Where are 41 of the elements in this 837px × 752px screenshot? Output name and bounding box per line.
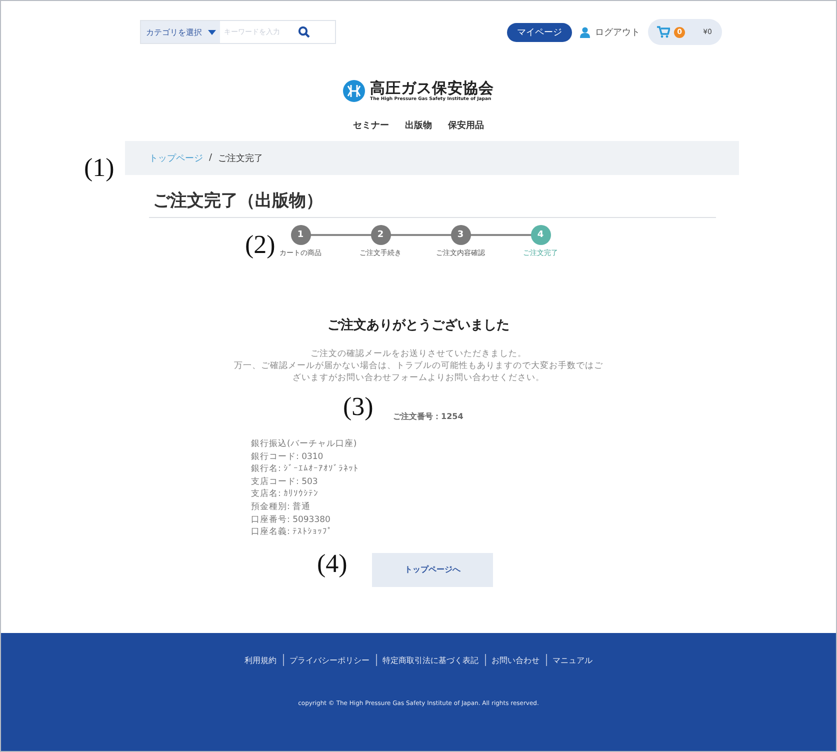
order-number: ご注文番号：1254 [393, 411, 464, 422]
confirmation-message: ご注文の確認メールをお送りさせていただきました。 [310, 348, 528, 360]
step-circle: 3 [450, 225, 470, 245]
step-circle: 1 [290, 225, 310, 245]
bank-info-line: 銀行コード: 0310 [251, 450, 324, 464]
cart-icon [657, 26, 670, 38]
bank-info-line: 銀行名: ｼﾞｰｴﾑｵｰｱｵｿﾞﾗﾈｯﾄ [251, 463, 359, 476]
caret-icon [208, 30, 216, 34]
confirmation-message: 万一、ご確認メールが届かない場合は、トラブルの可能性もありますので大変お手数ではございますがお問い合わせフォームよりお問い合わせください。 [234, 360, 604, 384]
logo-mark-icon [343, 80, 365, 102]
breadcrumb-current: ご注文完了 [218, 152, 264, 164]
bank-info-line: 口座番号: 5093380 [251, 514, 330, 526]
bank-info-line: 預金種別: 普通 [251, 500, 311, 514]
callout-label: (3) [343, 392, 374, 422]
page-title: ご注文完了（出版物） [149, 189, 716, 218]
footer-link[interactable]: 特定商取引法に基づく表記 [382, 654, 478, 666]
bank-info-line: 口座名義: ﾃｽﾄｼｮｯﾌﾟ [251, 526, 333, 539]
breadcrumb-separator: / [209, 153, 212, 163]
callout-label: (1) [84, 153, 114, 183]
thank-you-heading: ご注文ありがとうございました [326, 316, 510, 334]
nav-link[interactable]: 保安用品 [448, 119, 484, 132]
footer-link[interactable]: 利用規約 [244, 654, 276, 666]
footer-link[interactable]: お問い合わせ [492, 654, 540, 666]
callout-label: (4) [317, 549, 348, 579]
nav-link[interactable]: セミナー [353, 119, 389, 132]
bank-info-line: 支店名: ｶﾘｿｳｼﾃﾝ [251, 488, 319, 501]
nav-link[interactable]: 出版物 [405, 119, 432, 132]
top-page-button[interactable]: トップページへ [372, 552, 493, 587]
footer-link[interactable]: マニュアル [552, 654, 592, 666]
search-icon[interactable] [298, 26, 310, 38]
footer-link[interactable]: プライバシーポリシー [290, 654, 370, 666]
step-circle: 4 [530, 225, 550, 245]
category-select[interactable]: カテゴリを選択 [141, 21, 220, 43]
step-circle: 2 [370, 225, 390, 245]
mypage-button[interactable]: マイページ [507, 22, 572, 42]
bank-info-line: 支店コード: 503 [251, 476, 318, 488]
bank-info-line: 銀行振込(バーチャル口座) [251, 438, 357, 451]
logout-link[interactable]: ログアウト [580, 26, 640, 38]
logo-name: 高圧ガス保安協会 [370, 80, 494, 97]
user-icon [580, 26, 590, 38]
callout-label: (2) [245, 230, 276, 260]
